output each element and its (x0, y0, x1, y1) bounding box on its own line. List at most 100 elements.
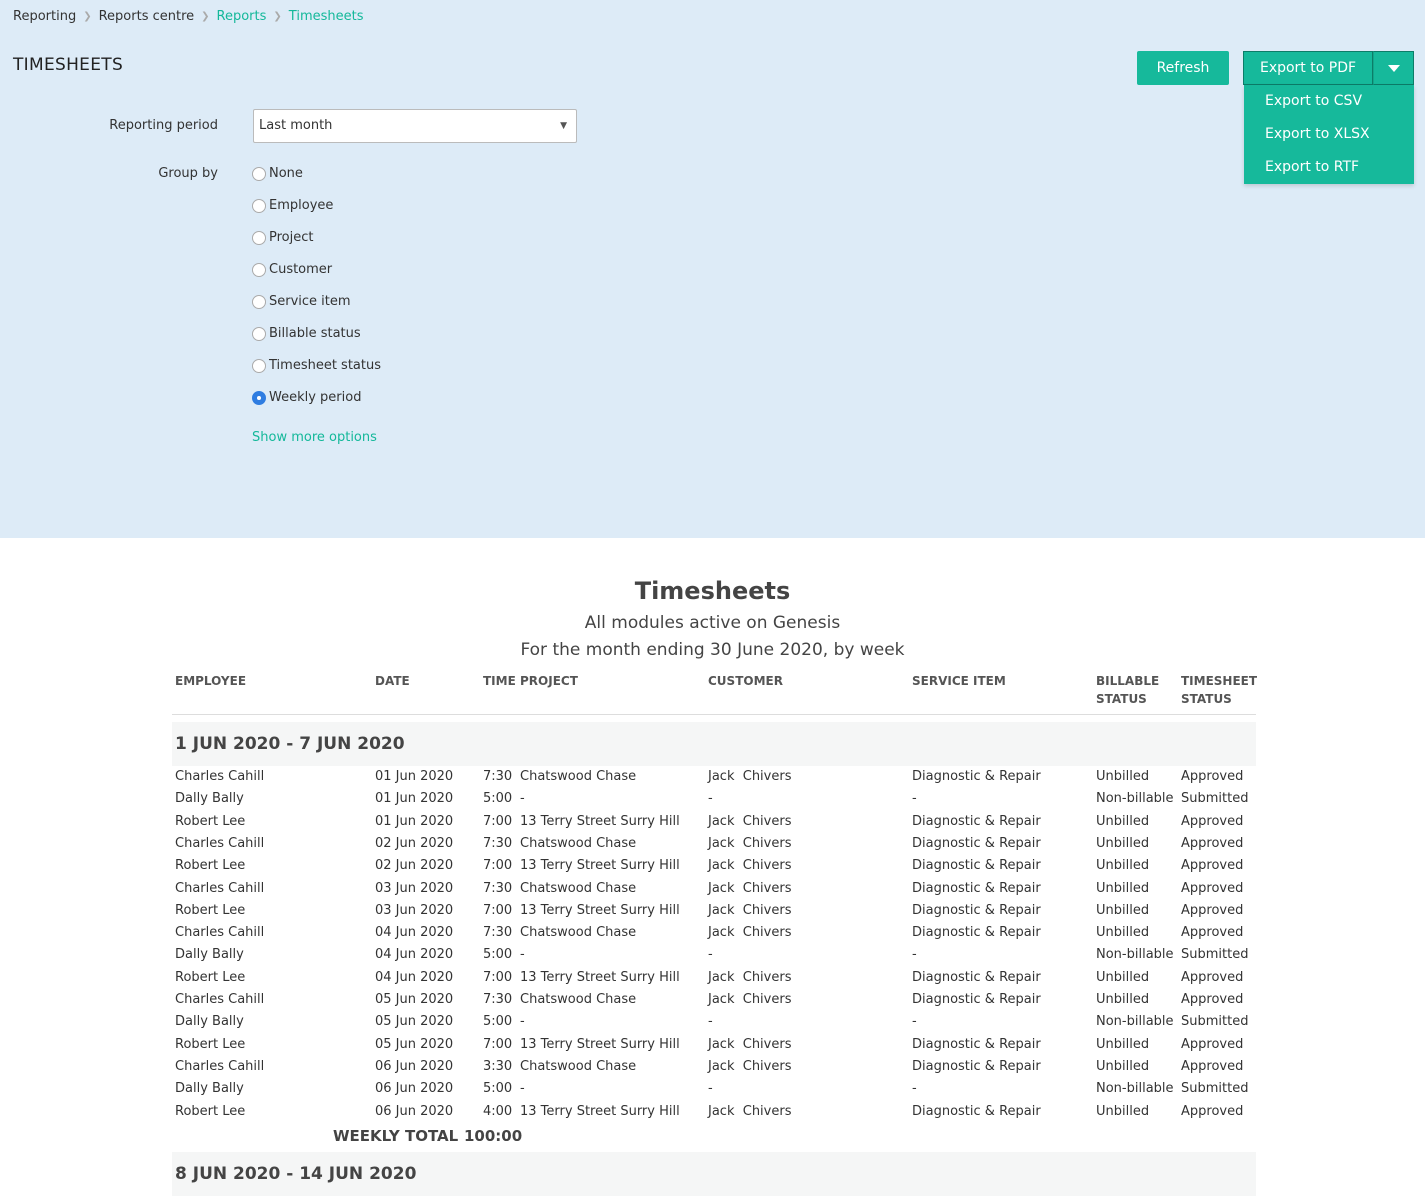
cell-customer: Jack Chivers (708, 769, 792, 784)
cell-project: Chatswood Chase (520, 992, 637, 1007)
col-service-item: SERVICE ITEM (912, 674, 1006, 688)
cell-billable-status: Non-billable (1096, 947, 1174, 963)
cell-billable-status: Unbilled (1096, 1036, 1150, 1052)
cell-timesheet-status: Submitted (1181, 1081, 1249, 1097)
cell-timesheet-status: Approved (1181, 1103, 1244, 1119)
group-by-timesheet-status[interactable]: Timesheet status (252, 358, 381, 373)
cell-timesheet-status: Submitted (1181, 791, 1249, 807)
group-header-week-1: 1 JUN 2020 - 7 JUN 2020 (172, 722, 1256, 766)
group-header-week-2: 8 JUN 2020 - 14 JUN 2020 (172, 1152, 1256, 1196)
cell-date: 03 Jun 2020 (375, 902, 454, 918)
col-project: PROJECT (520, 674, 578, 688)
cell-billable-status: Unbilled (1096, 1058, 1150, 1074)
breadcrumb: Reporting ❯ Reports centre ❯ Reports ❯ T… (13, 9, 364, 24)
table-row: Dally Bally 01 Jun 2020 5:00- - - Non-billabl… (0, 788, 1425, 810)
export-dropdown-toggle[interactable] (1373, 51, 1414, 85)
cell-project: 13 Terry Street Surry Hill (520, 1103, 680, 1119)
chevron-right-icon: ❯ (83, 11, 92, 22)
cell-time: 7:00 (483, 969, 513, 985)
export-menu: Export to CSV Export to XLSX Export to R… (1244, 85, 1414, 184)
cell-time: 5:00 (483, 947, 513, 963)
cell-service-item: Diagnostic & Repair (912, 925, 1041, 941)
table-row: Charles Cahill 06 Jun 2020 3:30 Chatswood C… (0, 1056, 1425, 1078)
radio-selected-icon[interactable] (252, 390, 266, 405)
cell-service-item: - (912, 1014, 917, 1030)
radio-label: Employee (269, 198, 334, 213)
radio-icon[interactable] (252, 358, 266, 373)
cell-billable-status: Unbilled (1096, 835, 1150, 851)
cell-service-item: Diagnostic & Repair (912, 992, 1041, 1007)
table-row: Robert Lee 01 Jun 2020 7:00 13 Terry Street… (0, 811, 1425, 833)
radio-icon[interactable] (252, 198, 266, 213)
breadcrumb-reports-centre[interactable]: Reports centre (99, 9, 195, 24)
cell-project: 13 Terry Street Surry Hill (520, 813, 680, 829)
col-date: DATE (375, 674, 410, 688)
cell-timesheet-status: Approved (1181, 925, 1244, 941)
cell-service-item: Diagnostic & Repair (912, 902, 1041, 918)
radio-icon[interactable] (252, 166, 266, 181)
group-by-service-item[interactable]: Service item (252, 294, 351, 309)
cell-date: 06 Jun 2020 (375, 1103, 454, 1119)
group-by-project[interactable]: Project (252, 230, 313, 245)
cell-time: 5:00 (483, 1081, 513, 1097)
group-by-label: Group by (158, 166, 218, 181)
breadcrumb-reporting[interactable]: Reporting (13, 9, 76, 24)
cell-employee: Robert Lee (175, 813, 246, 829)
cell-employee: Dally Bally (175, 947, 244, 963)
cell-timesheet-status: Approved (1181, 969, 1244, 985)
group-by-billable-status[interactable]: Billable status (252, 326, 361, 341)
reporting-period-select[interactable]: Last month ▼ (253, 109, 577, 143)
export-pdf-button[interactable]: Export to PDF (1243, 51, 1373, 85)
group-by-weekly-period[interactable]: Weekly period (252, 390, 361, 405)
group-by-customer[interactable]: Customer (252, 262, 332, 277)
radio-icon[interactable] (252, 262, 266, 277)
cell-billable-status: Unbilled (1096, 925, 1150, 941)
table-row: Dally Bally 05 Jun 2020 5:00- - - Non-billabl… (0, 1011, 1425, 1033)
table-row: Charles Cahill 01 Jun 2020 7:30 Chatswood C… (0, 766, 1425, 788)
radio-label: Billable status (269, 326, 361, 341)
cell-customer: Jack Chivers (708, 1103, 792, 1119)
cell-billable-status: Unbilled (1096, 902, 1150, 918)
cell-customer: Jack Chivers (708, 1036, 792, 1052)
breadcrumb-reports[interactable]: Reports (217, 9, 267, 24)
table-row: Robert Lee 03 Jun 2020 7:00 13 Terry Street… (0, 900, 1425, 922)
cell-project: - (520, 1081, 525, 1097)
cell-customer: Jack Chivers (708, 1058, 792, 1074)
col-time: TIME (483, 674, 516, 688)
cell-employee: Charles Cahill (175, 835, 265, 851)
reporting-period-value: Last month (259, 118, 333, 133)
cell-time: 5:00 (483, 791, 513, 807)
cell-project: Chatswood Chase (520, 769, 637, 784)
cell-customer: Jack Chivers (708, 835, 792, 851)
group-title: 1 JUN 2020 - 7 JUN 2020 (175, 734, 405, 754)
radio-icon[interactable] (252, 294, 266, 309)
cell-date: 04 Jun 2020 (375, 947, 454, 963)
cell-customer: Jack Chivers (708, 902, 792, 918)
export-xlsx-item[interactable]: Export to XLSX (1244, 118, 1414, 151)
show-more-options-link[interactable]: Show more options (252, 430, 377, 445)
page-title: TIMESHEETS (13, 55, 124, 75)
breadcrumb-timesheets[interactable]: Timesheets (289, 9, 364, 24)
group-by-employee[interactable]: Employee (252, 198, 333, 213)
cell-time: 7:30 (483, 992, 513, 1007)
cell-customer: Jack Chivers (708, 992, 792, 1007)
cell-customer: Jack Chivers (708, 858, 792, 874)
header-divider (172, 714, 1256, 715)
cell-customer: - (708, 1081, 713, 1097)
cell-timesheet-status: Approved (1181, 1058, 1244, 1074)
cell-project: Chatswood Chase (520, 1058, 637, 1074)
cell-billable-status: Non-billable (1096, 1014, 1174, 1030)
cell-date: 04 Jun 2020 (375, 925, 454, 941)
cell-date: 05 Jun 2020 (375, 1014, 454, 1030)
refresh-button[interactable]: Refresh (1137, 51, 1229, 85)
cell-project: Chatswood Chase (520, 925, 637, 941)
table-row: Charles Cahill 02 Jun 2020 7:30 Chatswood C… (0, 833, 1425, 855)
radio-icon[interactable] (252, 326, 266, 341)
report-options-panel: Reporting ❯ Reports centre ❯ Reports ❯ T… (0, 0, 1425, 538)
cell-customer: - (708, 791, 713, 807)
cell-date: 01 Jun 2020 (375, 791, 454, 807)
export-csv-item[interactable]: Export to CSV (1244, 85, 1414, 118)
radio-icon[interactable] (252, 230, 266, 245)
export-rtf-item[interactable]: Export to RTF (1244, 151, 1414, 184)
group-by-none[interactable]: None (252, 166, 303, 181)
